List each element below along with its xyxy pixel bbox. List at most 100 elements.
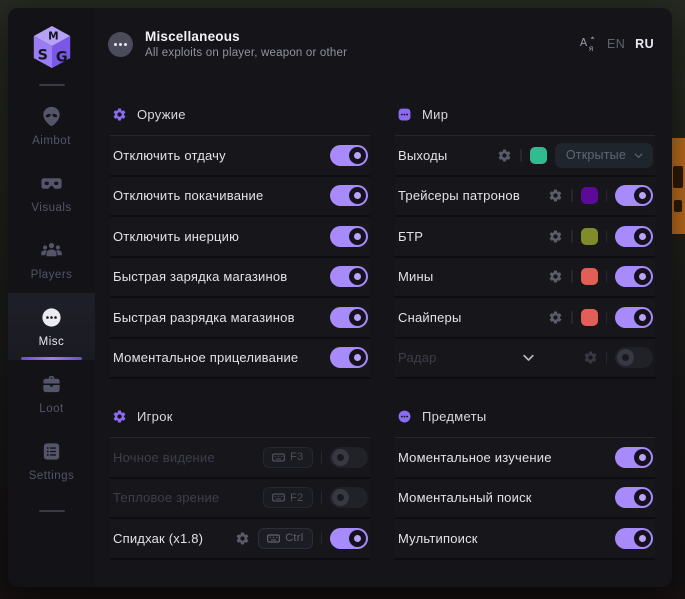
separator — [520, 149, 522, 162]
separator — [321, 451, 323, 464]
alien-icon — [40, 105, 63, 128]
color-swatch[interactable] — [581, 309, 598, 326]
toggle-switch[interactable] — [330, 307, 368, 328]
color-swatch[interactable] — [581, 187, 598, 204]
background-ground — [0, 586, 685, 599]
separator — [321, 491, 323, 504]
toggle-knob — [634, 449, 651, 466]
section-items: ПредметыМоментальное изучениеМоментальны… — [395, 406, 655, 560]
row-controls — [330, 145, 368, 166]
toggle-switch[interactable] — [615, 226, 653, 247]
lang-ru-button[interactable]: RU — [635, 37, 654, 51]
setting-row: Ночное видениеF3 — [110, 438, 370, 479]
setting-row: Моментальное изучение — [395, 438, 655, 479]
section-world: МирВыходыОткрытыеТрейсеры патроновБТРМин… — [395, 104, 655, 379]
toggle-knob — [634, 489, 651, 506]
svg-text:M: M — [48, 30, 58, 42]
sidebar-item-players[interactable]: Players — [8, 226, 95, 293]
section-title: Оружие — [137, 107, 186, 122]
players-icon — [40, 239, 63, 262]
toggle-switch[interactable] — [330, 226, 368, 247]
row-controls — [615, 487, 653, 508]
main-panel: Miscellaneous All exploits on player, we… — [95, 8, 672, 587]
sidebar-item-loot[interactable]: Loot — [8, 360, 95, 427]
list-icon — [40, 440, 63, 463]
color-swatch[interactable] — [581, 268, 598, 285]
toggle-knob — [349, 147, 366, 164]
toggle-switch[interactable] — [330, 266, 368, 287]
chevron-down-icon[interactable] — [521, 350, 536, 365]
setting-label: Быстрая разрядка магазинов — [113, 310, 295, 325]
toggle-switch[interactable] — [615, 307, 653, 328]
toggle-switch[interactable] — [330, 487, 368, 508]
separator — [606, 351, 608, 364]
toggle-knob — [634, 530, 651, 547]
toggle-switch[interactable] — [615, 447, 653, 468]
svg-text:S: S — [37, 48, 47, 64]
row-controls — [330, 347, 368, 368]
color-swatch[interactable] — [530, 147, 547, 164]
separator — [571, 230, 573, 243]
sidebar-item-aimbot[interactable]: Aimbot — [8, 92, 95, 159]
gear-icon[interactable] — [497, 148, 512, 163]
setting-row: БТР — [395, 217, 655, 258]
toggle-switch[interactable] — [330, 447, 368, 468]
setting-label: Снайперы — [398, 310, 462, 325]
setting-row: Отключить инерцию — [110, 217, 370, 258]
toggle-switch[interactable] — [330, 347, 368, 368]
sidebar-item-misc[interactable]: Misc — [8, 293, 95, 360]
hotkey-badge[interactable]: F3 — [263, 447, 312, 468]
toggle-knob — [349, 228, 366, 245]
keyboard-icon — [272, 493, 285, 502]
sidebar-item-settings[interactable]: Settings — [8, 427, 95, 494]
svg-text:G: G — [55, 49, 67, 65]
row-controls — [330, 226, 368, 247]
toggle-knob — [617, 349, 634, 366]
ellipsis-circle-icon — [40, 306, 63, 329]
toggle-knob — [634, 309, 651, 326]
lang-en-button[interactable]: EN — [607, 37, 625, 51]
background-sign — [672, 138, 685, 234]
setting-label: Спидхак (x1.8) — [113, 531, 203, 546]
sidebar-divider-bottom — [39, 510, 65, 512]
gear-icon[interactable] — [235, 531, 250, 546]
toggle-switch[interactable] — [615, 185, 653, 206]
toggle-switch[interactable] — [615, 487, 653, 508]
hotkey-badge[interactable]: Ctrl — [258, 528, 312, 549]
row-controls — [583, 347, 654, 368]
toggle-knob — [634, 187, 651, 204]
gear-icon[interactable] — [548, 269, 563, 284]
toggle-switch[interactable] — [615, 266, 653, 287]
section-header: Игрок — [110, 406, 370, 426]
toggle-switch[interactable] — [330, 528, 368, 549]
keyboard-icon — [272, 453, 285, 462]
toggle-switch[interactable] — [615, 528, 653, 549]
sidebar: S G M Aimbot VisualsPlayersMiscLoot Settin… — [8, 8, 95, 587]
toggle-switch[interactable] — [615, 347, 653, 368]
toggle-switch[interactable] — [330, 145, 368, 166]
section-header: Оружие — [110, 104, 370, 124]
setting-row: Трейсеры патронов — [395, 177, 655, 218]
translate-icon: A я — [579, 35, 597, 53]
toggle-switch[interactable] — [330, 185, 368, 206]
gear-icon[interactable] — [548, 229, 563, 244]
gear-icon[interactable] — [583, 350, 598, 365]
sidebar-item-label: Settings — [29, 470, 75, 482]
gear-icon[interactable] — [548, 188, 563, 203]
dropdown-select[interactable]: Открытые — [555, 143, 653, 168]
hotkey-badge[interactable]: F2 — [263, 487, 312, 508]
separator — [571, 311, 573, 324]
row-controls: Ctrl — [235, 528, 368, 549]
row-controls — [330, 185, 368, 206]
toggle-knob — [332, 449, 349, 466]
sidebar-item-visuals[interactable]: Visuals — [8, 159, 95, 226]
color-swatch[interactable] — [581, 228, 598, 245]
setting-row: Мины — [395, 258, 655, 299]
sidebar-item-label: Aimbot — [32, 135, 71, 147]
setting-row: Отключить покачивание — [110, 177, 370, 218]
toggle-knob — [349, 309, 366, 326]
gear-icon[interactable] — [548, 310, 563, 325]
separator — [606, 311, 608, 324]
setting-label: Отключить покачивание — [113, 188, 263, 203]
cheat-menu-window: S G M Aimbot VisualsPlayersMiscLoot Settin… — [8, 8, 672, 587]
